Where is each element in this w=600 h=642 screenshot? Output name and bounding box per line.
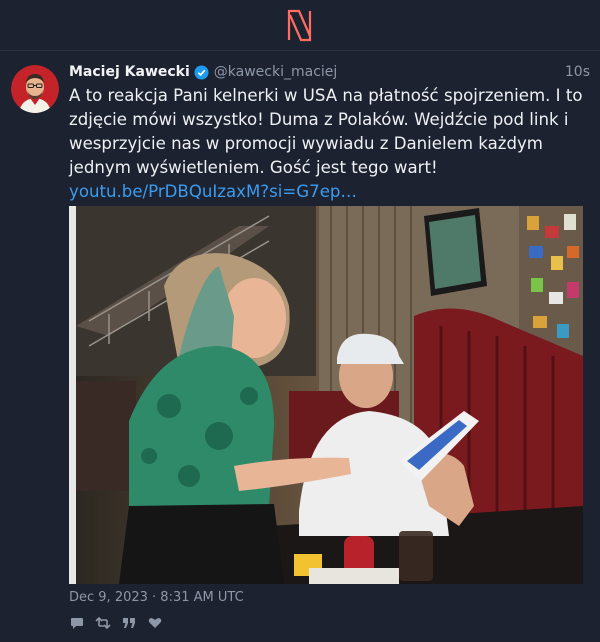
- tweet-photo[interactable]: [69, 206, 583, 584]
- tweet-header: Maciej Kawecki @kawecki_maciej 10s: [69, 61, 590, 83]
- quote-icon[interactable]: [121, 615, 137, 631]
- tweet-link[interactable]: youtu.be/PrDBQuIzaxM?si=G7ep…: [69, 180, 590, 204]
- top-bar: [0, 0, 600, 51]
- verified-badge-icon: [194, 64, 209, 80]
- retweet-icon[interactable]: [95, 615, 111, 631]
- tweet-text: A to reakcja Pani kelnerki w USA na płat…: [69, 86, 583, 177]
- author-handle[interactable]: @kawecki_maciej: [214, 64, 338, 80]
- avatar[interactable]: [11, 65, 59, 113]
- tweet-timestamp[interactable]: 10s: [565, 64, 590, 80]
- nitter-logo-icon[interactable]: [285, 8, 315, 42]
- author-name[interactable]: Maciej Kawecki: [69, 64, 190, 80]
- comment-icon[interactable]: [69, 615, 85, 631]
- tweet: Maciej Kawecki @kawecki_maciej 10s A to …: [0, 52, 600, 642]
- heart-icon[interactable]: [147, 615, 163, 631]
- tweet-date[interactable]: Dec 9, 2023 · 8:31 AM UTC: [69, 590, 244, 605]
- tweet-content: A to reakcja Pani kelnerki w USA na płat…: [69, 84, 590, 204]
- tweet-actions: [69, 615, 163, 631]
